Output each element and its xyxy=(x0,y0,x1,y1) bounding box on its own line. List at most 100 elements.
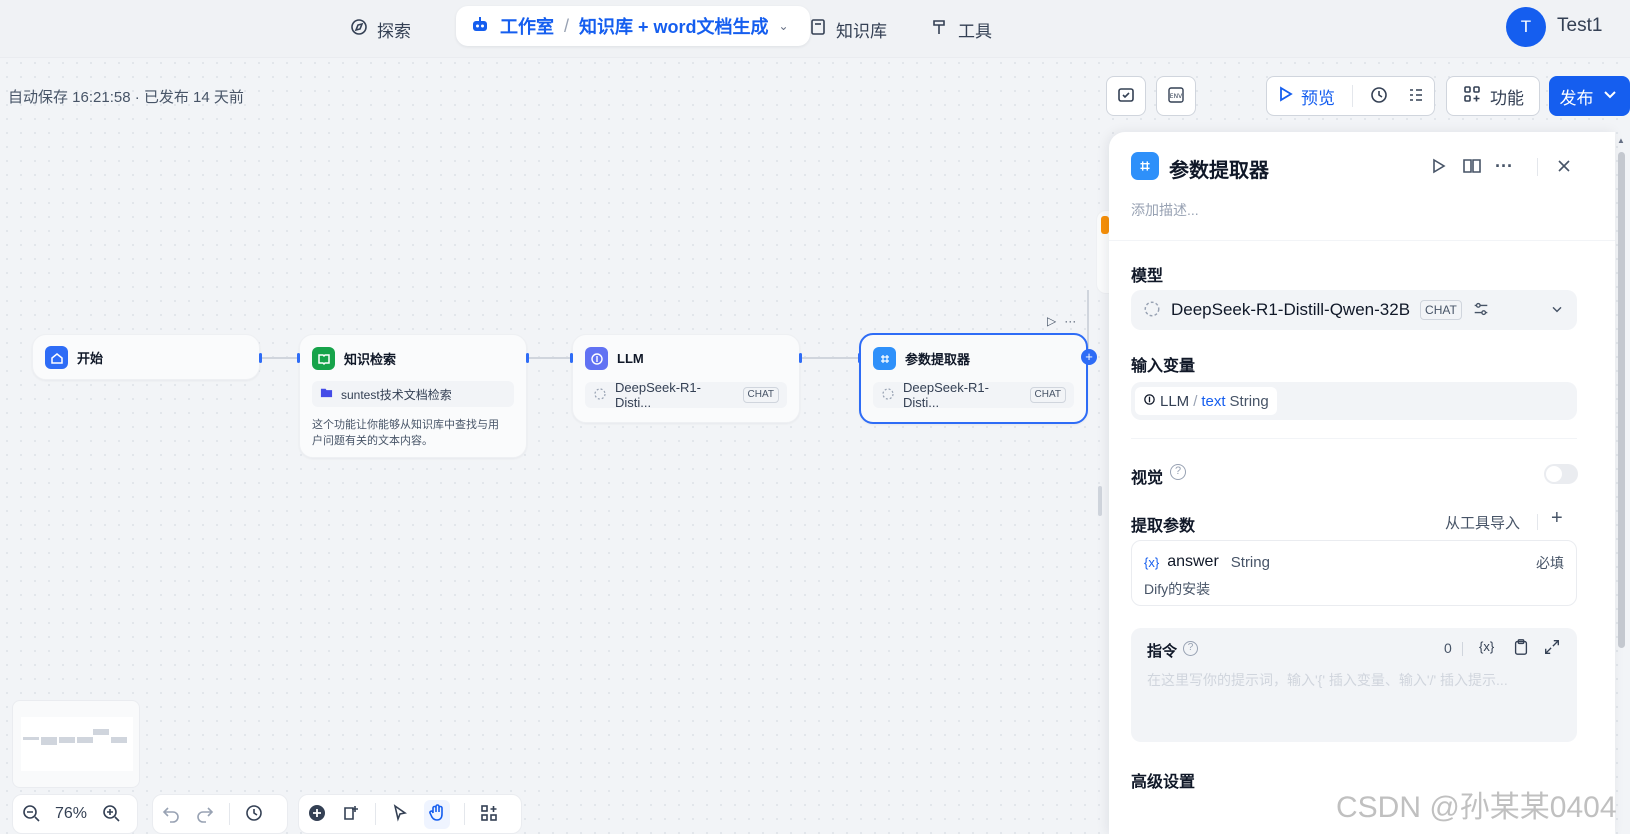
features-button[interactable]: 功能 xyxy=(1446,76,1540,116)
chevron-down-icon xyxy=(1600,84,1620,109)
import-from-tool-button[interactable]: 从工具导入 xyxy=(1445,512,1520,533)
param-item[interactable]: {x} answer String 必填 Dify的安装 xyxy=(1131,540,1577,606)
description-input[interactable]: 添加描述... xyxy=(1131,200,1199,220)
user-name[interactable]: Test1 xyxy=(1557,15,1602,37)
divider xyxy=(464,803,465,825)
pointer-icon[interactable] xyxy=(390,803,410,826)
history-icon[interactable] xyxy=(244,803,264,826)
node-handle[interactable] xyxy=(858,353,861,363)
scroll-up-icon[interactable]: ▲ xyxy=(1617,136,1625,145)
divider xyxy=(1351,85,1353,107)
divider xyxy=(1537,514,1538,530)
zoom-out-icon[interactable] xyxy=(21,803,41,826)
zoom-level[interactable]: 76% xyxy=(55,805,87,823)
vision-toggle[interactable] xyxy=(1544,464,1578,484)
panel-title[interactable]: 参数提取器 xyxy=(1169,154,1269,183)
minimap-node xyxy=(111,737,127,743)
run-node-icon[interactable]: ▷ xyxy=(1047,314,1056,328)
hand-icon[interactable] xyxy=(424,799,450,829)
studio-label[interactable]: 工作室 xyxy=(500,13,554,39)
play-icon xyxy=(1275,84,1295,109)
watermark: CSDN @孙某某0404 xyxy=(1336,791,1617,824)
robot-icon xyxy=(470,15,490,38)
add-next-node-icon[interactable]: + xyxy=(1081,349,1097,365)
node-knowledge-retrieval[interactable]: 知识检索 suntest技术文档检索 这个功能让你能够从知识库中查找与用 户问题… xyxy=(297,334,529,458)
nav-explore[interactable]: 探索 xyxy=(349,14,411,44)
add-node-icon[interactable] xyxy=(307,803,327,826)
app-name[interactable]: 知识库 + word文档生成 xyxy=(579,13,769,39)
nav-knowledge[interactable]: 知识库 xyxy=(808,14,887,44)
close-icon[interactable] xyxy=(1554,156,1574,179)
panel-resize-handle[interactable] xyxy=(1098,486,1102,516)
node-title: 开始 xyxy=(77,351,104,366)
undo-icon[interactable] xyxy=(161,803,181,826)
checklist-button[interactable] xyxy=(1106,76,1146,116)
hammer-icon xyxy=(930,17,950,42)
input-variable-field[interactable]: LLM / text String xyxy=(1131,382,1577,420)
minimap-node xyxy=(23,737,39,740)
model-name: DeepSeek-R1-Disti... xyxy=(615,380,701,410)
node-handle[interactable] xyxy=(570,353,573,363)
add-param-button[interactable]: + xyxy=(1551,507,1563,530)
publish-label: 发布 xyxy=(1559,88,1594,108)
breadcrumb-separator: / xyxy=(1193,392,1198,410)
input-variable-label: 输入变量 xyxy=(1131,358,1196,375)
node-llm[interactable]: LLM DeepSeek-R1-Disti... CHAT xyxy=(570,334,802,423)
node-parameter-extractor[interactable]: 参数提取器 DeepSeek-R1-Disti... CHAT + xyxy=(858,333,1097,424)
model-tag: CHAT xyxy=(1029,387,1066,403)
model-provider-icon xyxy=(1143,300,1161,321)
more-icon[interactable]: ··· xyxy=(1495,156,1513,177)
minimap[interactable] xyxy=(12,700,140,788)
node-title: 知识检索 xyxy=(344,352,397,367)
clipboard-icon[interactable] xyxy=(1512,638,1530,659)
node-handle[interactable] xyxy=(297,353,300,363)
divider xyxy=(1537,158,1538,176)
avatar[interactable]: T xyxy=(1506,7,1546,47)
run-node-icon[interactable] xyxy=(1428,156,1448,179)
variable-chip[interactable]: LLM / text String xyxy=(1135,387,1277,415)
autosave-status: 自动保存 16:21:58 · 已发布 14 天前 xyxy=(8,89,244,106)
dataset-chip: suntest技术文档检索 xyxy=(312,381,514,407)
chevron-down-icon[interactable]: ⌄ xyxy=(779,19,789,33)
chevron-down-icon[interactable] xyxy=(1549,301,1565,320)
canvas-tools xyxy=(298,794,522,834)
zoom-in-icon[interactable] xyxy=(101,803,121,826)
add-note-icon[interactable] xyxy=(341,803,361,826)
insert-variable-icon[interactable]: {x} xyxy=(1479,639,1494,654)
publish-button[interactable]: 发布 xyxy=(1549,76,1630,116)
help-icon[interactable]: ? xyxy=(1170,464,1186,480)
book-open-icon[interactable] xyxy=(1462,156,1482,179)
preview-button[interactable]: 预览 xyxy=(1275,84,1335,109)
folder-icon xyxy=(320,386,333,402)
extractor-icon xyxy=(873,347,896,370)
model-selector[interactable]: DeepSeek-R1-Distill-Qwen-32B CHAT xyxy=(1131,290,1577,330)
node-description-line: 这个功能让你能够从知识库中查找与用 xyxy=(312,419,499,431)
more-icon[interactable]: ··· xyxy=(1064,314,1076,328)
node-handle[interactable] xyxy=(799,353,802,363)
organize-blocks-icon[interactable] xyxy=(479,803,499,826)
panel-scrollbar[interactable] xyxy=(1618,152,1625,648)
nav-tools[interactable]: 工具 xyxy=(930,14,992,44)
node-description: 这个功能让你能够从知识库中查找与用 户问题有关的文本内容。 xyxy=(312,417,499,449)
vision-label: 视觉 xyxy=(1131,470,1164,487)
sliders-icon[interactable] xyxy=(1472,300,1490,321)
minimap-node xyxy=(59,737,75,743)
instruction-input[interactable]: 在这里写你的提示词，输入'{' 插入变量、输入'/' 插入提示... xyxy=(1147,670,1561,690)
instruction-editor[interactable]: 指令 ? 0 {x} 在这里写你的提示词，输入'{' 插入变量、输入'/' 插入… xyxy=(1131,628,1577,742)
node-handle[interactable] xyxy=(259,353,262,363)
run-history-icon[interactable] xyxy=(1369,85,1389,108)
env-variables-button[interactable]: ENV xyxy=(1156,76,1196,116)
preview-label: 预览 xyxy=(1301,88,1335,108)
model-name: DeepSeek-R1-Disti... xyxy=(903,380,989,410)
divider xyxy=(1131,438,1577,439)
advanced-settings-label[interactable]: 高级设置 xyxy=(1131,768,1195,792)
expand-icon[interactable] xyxy=(1543,638,1561,659)
studio-app-switcher[interactable]: 工作室 / 知识库 + word文档生成 ⌄ xyxy=(456,6,810,46)
node-start[interactable]: 开始 xyxy=(32,334,262,380)
help-icon[interactable]: ? xyxy=(1183,641,1198,656)
node-description-line: 户问题有关的文本内容。 xyxy=(312,435,433,447)
checklist-icon[interactable] xyxy=(1406,85,1426,108)
node-handle[interactable] xyxy=(526,353,529,363)
redo-icon[interactable] xyxy=(195,803,215,826)
nav-tools-label: 工具 xyxy=(958,21,992,41)
